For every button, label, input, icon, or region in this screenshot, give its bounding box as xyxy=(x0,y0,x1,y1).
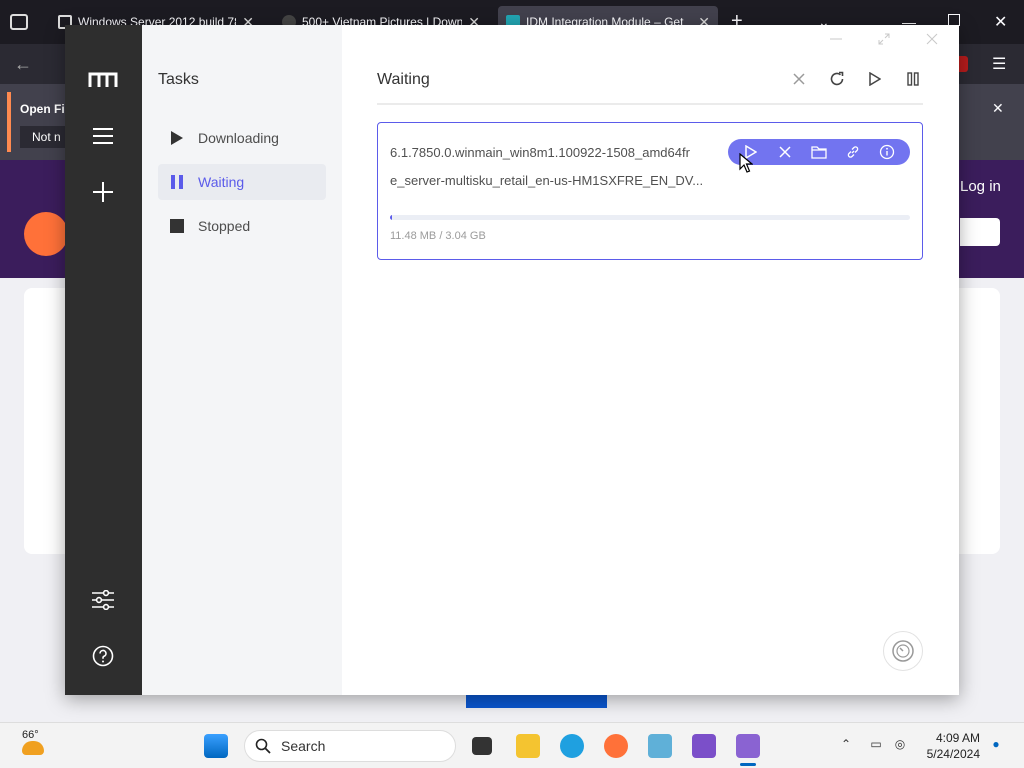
minimize-icon[interactable] xyxy=(821,29,851,49)
search-label: Search xyxy=(281,738,326,754)
close-icon[interactable] xyxy=(917,29,947,49)
start-icon[interactable] xyxy=(204,734,228,758)
play-icon xyxy=(171,131,183,145)
sidebar-item-label: Downloading xyxy=(198,130,279,146)
menu-icon[interactable]: ☰ xyxy=(992,54,1006,74)
visual-studio-icon[interactable] xyxy=(692,734,716,758)
sidebar-item-label: Waiting xyxy=(198,174,245,190)
folder-icon[interactable] xyxy=(809,142,829,162)
task-view-icon[interactable] xyxy=(472,737,492,755)
sidebar-item-label: Stopped xyxy=(198,218,251,234)
pause-icon xyxy=(171,175,183,189)
task-item[interactable]: 6.1.7850.0.winmain_win8m1.100922-1508_am… xyxy=(377,122,923,260)
taskbar-search[interactable]: Search xyxy=(244,730,456,762)
delete-task-icon[interactable] xyxy=(775,142,795,162)
task-name-line: e_server-multisku_retail_en-us-HM1SXFRE_… xyxy=(390,173,704,188)
task-progress-fill xyxy=(390,215,393,220)
battery-icon[interactable]: ▭ xyxy=(868,737,884,753)
sidebar-item-downloading[interactable]: Downloading xyxy=(158,120,326,156)
sidebar-title: Tasks xyxy=(158,71,199,88)
sidebar-item-waiting[interactable]: Waiting xyxy=(158,164,326,200)
motrix-window: Tasks Downloading Waiting Stopped Waitin xyxy=(65,25,959,695)
close-notification-icon[interactable]: ✕ xyxy=(992,100,1004,117)
motrix-logo-icon xyxy=(85,62,121,98)
edge-icon[interactable] xyxy=(560,734,584,758)
speedometer-icon[interactable] xyxy=(883,631,923,671)
weather-icon[interactable] xyxy=(22,741,44,755)
help-icon[interactable] xyxy=(85,638,121,674)
task-name: 6.1.7850.0.winmain_win8m1.100922-1508_am… xyxy=(390,139,710,195)
link-icon[interactable] xyxy=(843,142,863,162)
title-divider xyxy=(377,103,923,105)
mouse-cursor-icon xyxy=(739,153,753,173)
back-icon[interactable]: ← xyxy=(14,54,32,75)
delete-tasks-icon[interactable] xyxy=(789,69,809,89)
resume-all-icon[interactable] xyxy=(865,69,885,89)
windows-taskbar: 66° Search ⌃ ▭ ◎ 4:09 AM 5/24/2024 ● xyxy=(0,722,1024,768)
clock-time: 4:09 AM xyxy=(935,731,980,745)
sidebar-item-stopped[interactable]: Stopped xyxy=(158,208,326,244)
taskbar-clock[interactable]: 4:09 AM 5/24/2024 xyxy=(927,730,980,762)
task-sidebar: Tasks Downloading Waiting Stopped xyxy=(142,25,342,695)
info-icon[interactable] xyxy=(877,142,897,162)
clock-date: 5/24/2024 xyxy=(926,747,980,761)
file-explorer-icon[interactable] xyxy=(516,734,540,758)
firefox-logo xyxy=(24,212,68,256)
weather-temp[interactable]: 66° xyxy=(22,729,39,741)
app-rail xyxy=(65,25,142,695)
stop-icon xyxy=(170,219,184,233)
task-progress-bar xyxy=(390,215,910,220)
task-toolbar xyxy=(789,69,923,89)
add-task-icon[interactable] xyxy=(85,174,121,210)
pause-all-icon[interactable] xyxy=(903,69,923,89)
page-title: Waiting xyxy=(377,71,430,88)
task-main-panel: Waiting 6.1.7850.0.winmain_win8m1.100922… xyxy=(342,25,959,695)
login-link[interactable]: Log in xyxy=(960,178,1001,195)
task-action-bar xyxy=(728,139,910,165)
control-panel-icon[interactable] xyxy=(648,734,672,758)
preferences-icon[interactable] xyxy=(85,582,121,618)
menu-toggle-icon[interactable] xyxy=(85,118,121,154)
notification-text: Open Fi xyxy=(20,102,65,116)
task-name-line: 6.1.7850.0.winmain_win8m1.100922-1508_am… xyxy=(390,145,690,160)
task-size: 11.48 MB / 3.04 GB xyxy=(390,230,486,242)
network-icon[interactable]: ◎ xyxy=(892,737,908,753)
close-icon[interactable]: ✕ xyxy=(994,12,1007,32)
motrix-taskbar-icon[interactable] xyxy=(736,734,760,758)
refresh-icon[interactable] xyxy=(827,69,847,89)
firefox-icon[interactable] xyxy=(604,734,628,758)
chevron-up-icon[interactable]: ⌃ xyxy=(838,737,854,753)
site-search-box[interactable] xyxy=(960,218,1000,246)
window-controls xyxy=(821,29,947,49)
active-app-indicator xyxy=(740,763,756,766)
maximize-icon[interactable] xyxy=(869,29,899,49)
tab-list-icon[interactable] xyxy=(10,14,28,30)
notification-bell-icon[interactable]: ● xyxy=(988,737,1004,753)
search-icon xyxy=(255,738,271,754)
